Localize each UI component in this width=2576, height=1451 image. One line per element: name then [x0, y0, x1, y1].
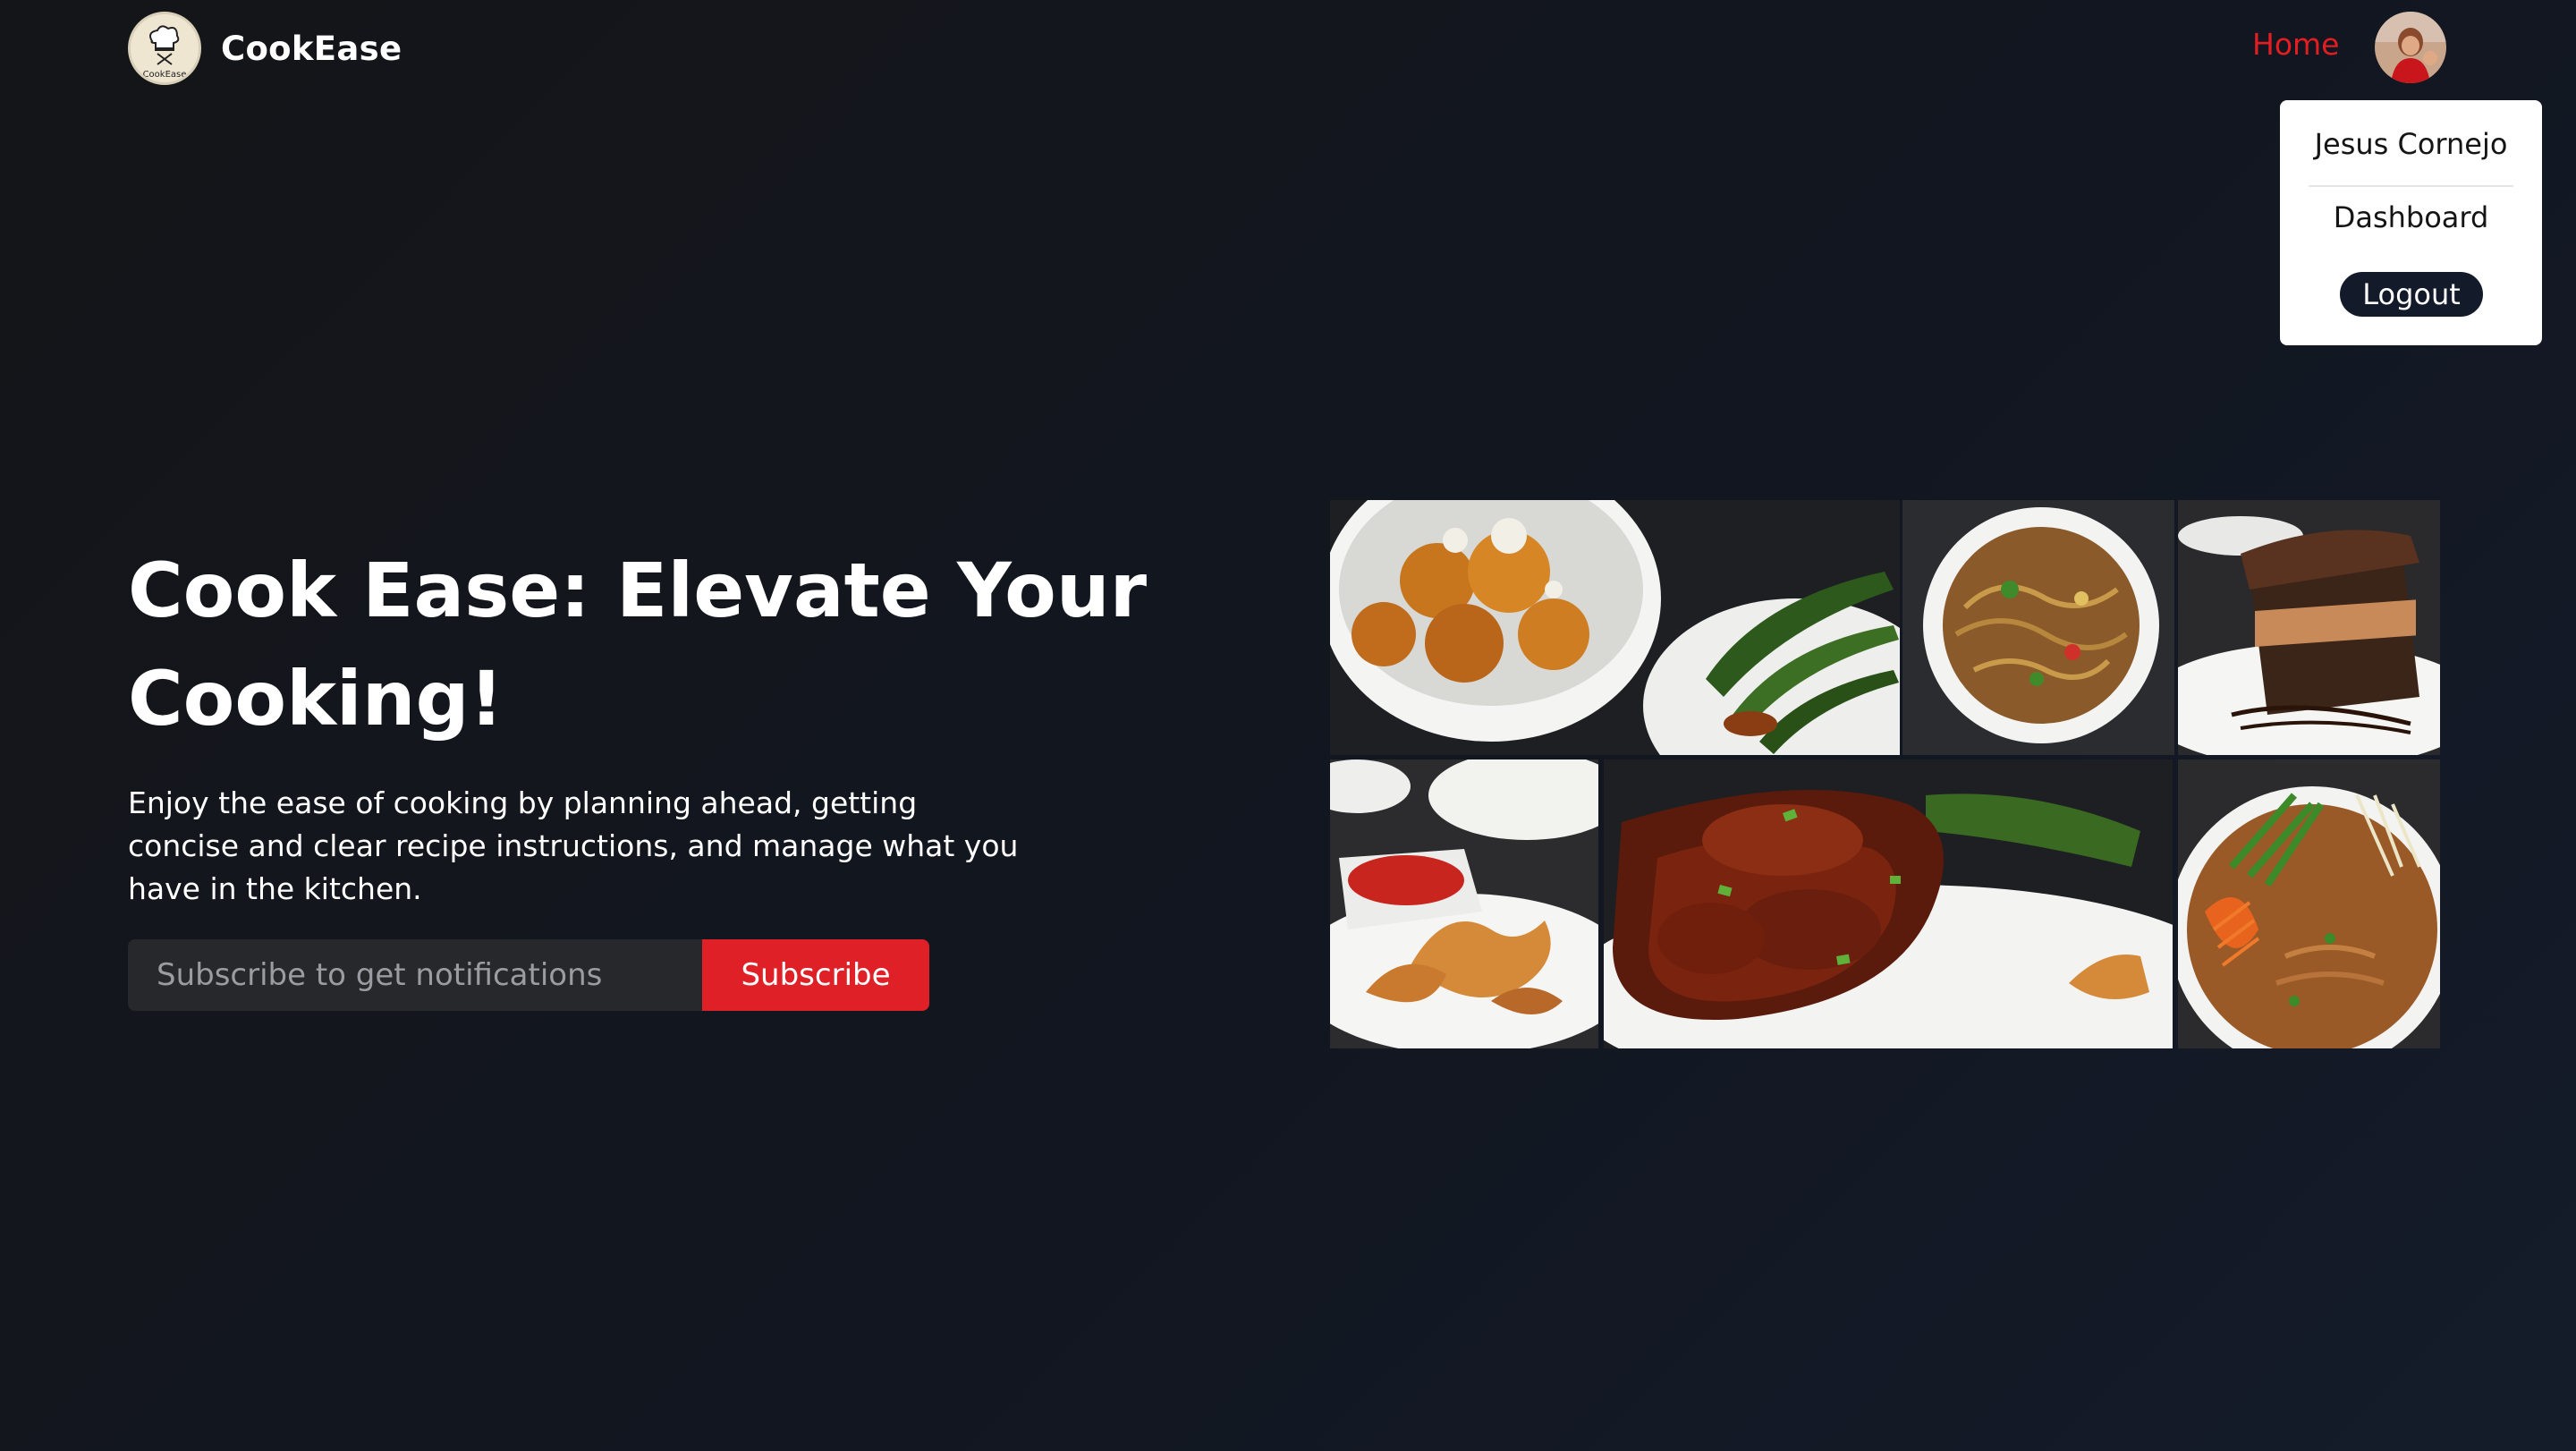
subscribe-form: Subscribe	[128, 939, 929, 1011]
hero-subtitle: Enjoy the ease of cooking by planning ah…	[128, 785, 1019, 906]
subscribe-button[interactable]: Subscribe	[702, 939, 929, 1011]
hero-title-line-2: Cooking!	[128, 655, 504, 742]
dropdown-divider	[2309, 185, 2513, 187]
dashboard-link[interactable]: Dashboard	[2280, 200, 2542, 234]
user-name: Jesus Cornejo	[2314, 127, 2508, 161]
pad-thai-photo	[2178, 759, 2440, 1048]
user-avatar[interactable]	[2375, 12, 2446, 83]
brand-link[interactable]: CookEase CookEase	[128, 12, 402, 85]
logo-lettering: CookEase	[143, 70, 187, 80]
subscribe-email-input[interactable]	[128, 939, 702, 1011]
glazed-ribs-photo	[1604, 759, 2173, 1048]
user-dropdown-menu: Jesus Cornejo Dashboard Logout	[2280, 100, 2542, 345]
nav-home-link[interactable]: Home	[2252, 27, 2339, 62]
chocolate-cake-slice-photo	[2178, 500, 2440, 755]
wontons-with-sauce-photo	[1330, 759, 1598, 1048]
chef-hat-icon: CookEase	[132, 16, 197, 81]
hero-title-line-1: Cook Ease: Elevate Your	[128, 547, 1148, 634]
cookease-logo: CookEase	[128, 12, 201, 85]
brand-name: CookEase	[221, 29, 402, 68]
coconut-chicken-and-green-beans-photo	[1330, 500, 1900, 755]
food-gallery	[1330, 500, 2440, 1048]
logout-button[interactable]: Logout	[2340, 272, 2483, 317]
hero-title: Cook Ease: Elevate Your Cooking!	[128, 537, 1201, 753]
noodles-bowl-photo	[1902, 500, 2174, 755]
